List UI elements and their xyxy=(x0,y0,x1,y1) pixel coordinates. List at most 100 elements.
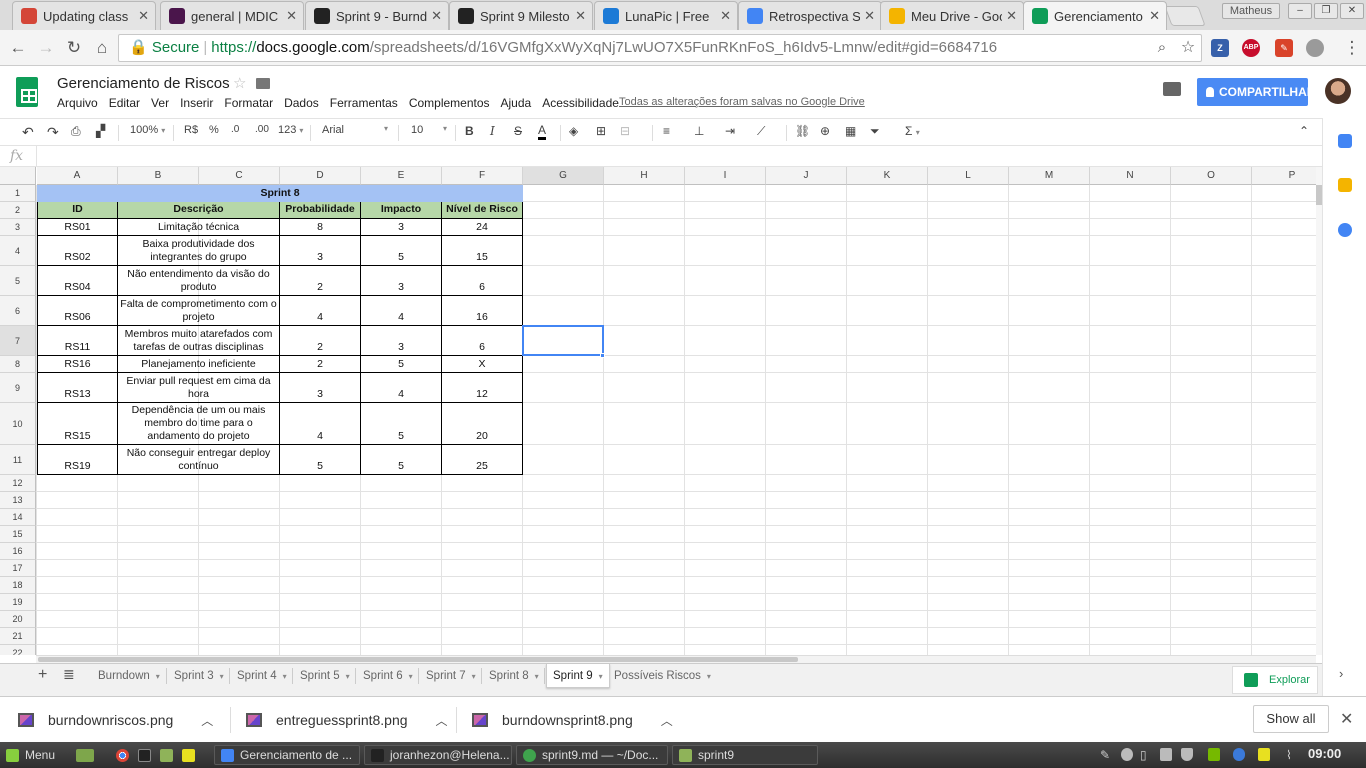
table-cell[interactable]: 16 xyxy=(442,296,523,326)
table-cell[interactable]: RS02 xyxy=(37,236,118,266)
browser-tab[interactable]: Gerenciamento ✕ xyxy=(1023,1,1167,30)
table-cell[interactable]: Enviar pull request em cima da hora xyxy=(118,373,280,403)
select-all-corner[interactable] xyxy=(0,167,36,185)
row-header[interactable]: 10 xyxy=(0,403,36,445)
table-cell[interactable]: 3 xyxy=(280,236,361,266)
battery-icon[interactable] xyxy=(1160,748,1172,761)
table-cell[interactable]: 2 xyxy=(280,326,361,356)
table-cell[interactable]: 25 xyxy=(442,445,523,475)
all-sheets-icon[interactable]: ≣ xyxy=(63,666,75,683)
column-header[interactable]: L xyxy=(928,167,1009,185)
table-cell[interactable]: Membros muito atarefados com tarefas de … xyxy=(118,326,280,356)
taskbar-window-button[interactable]: sprint9 xyxy=(672,745,818,765)
close-tab-icon[interactable]: ✕ xyxy=(431,8,442,24)
sheet-tab-menu-icon[interactable]: ▾ xyxy=(472,672,476,681)
row-header[interactable]: 21 xyxy=(0,628,36,645)
bluetooth-icon[interactable] xyxy=(1233,748,1245,761)
sheet-tab[interactable]: Sprint 8 ▾ xyxy=(483,664,545,688)
sheet-tab-menu-icon[interactable]: ▾ xyxy=(409,672,413,681)
column-header[interactable]: B xyxy=(118,167,199,185)
row-header[interactable]: 4 xyxy=(0,236,36,266)
table-cell[interactable]: Não conseguir entregar deploy contínuo xyxy=(118,445,280,475)
column-header[interactable]: E xyxy=(361,167,442,185)
row-header[interactable]: 18 xyxy=(0,577,36,594)
merge-cells-icon[interactable]: ⊟ xyxy=(620,124,630,138)
table-cell[interactable]: RS13 xyxy=(37,373,118,403)
print-icon[interactable]: ⎙ xyxy=(71,124,81,139)
row-header[interactable]: 7 xyxy=(0,326,36,356)
decrease-decimal-button[interactable]: .0 xyxy=(231,124,239,135)
close-tab-icon[interactable]: ✕ xyxy=(864,8,875,24)
table-header-cell[interactable]: Probabilidade xyxy=(280,202,361,219)
insert-link-icon[interactable]: ⛓ xyxy=(795,124,810,138)
column-header[interactable]: M xyxy=(1009,167,1090,185)
table-cell[interactable]: 6 xyxy=(442,326,523,356)
table-cell[interactable]: 3 xyxy=(361,219,442,236)
network-tools-icon[interactable]: ✎ xyxy=(1100,748,1110,762)
explore-button[interactable]: Explorar xyxy=(1232,666,1318,694)
show-all-downloads-button[interactable]: Show all xyxy=(1253,705,1329,733)
column-header[interactable]: K xyxy=(847,167,928,185)
browser-tab[interactable]: Sprint 9 - Burnd ✕ xyxy=(305,1,449,30)
row-header[interactable]: 6 xyxy=(0,296,36,326)
tasks-icon[interactable] xyxy=(1338,223,1352,237)
show-desktop-icon[interactable] xyxy=(76,745,100,765)
notes-tray-icon[interactable] xyxy=(1258,748,1270,761)
sheet-tab[interactable]: Sprint 4 ▾ xyxy=(231,664,293,688)
taskbar-window-button[interactable]: sprint9.md — ~/Doc... xyxy=(516,745,668,765)
redo-icon[interactable]: ↷ xyxy=(47,124,59,141)
table-header-cell[interactable]: Impacto xyxy=(361,202,442,219)
address-bar[interactable]: 🔒 Secure | https://docs.google.com/spreads… xyxy=(118,34,1202,62)
sheet-tab[interactable]: Sprint 5 ▾ xyxy=(294,664,356,688)
minimize-button[interactable]: – xyxy=(1288,3,1312,19)
text-color-button[interactable]: A xyxy=(538,124,547,140)
row-header[interactable]: 19 xyxy=(0,594,36,611)
table-cell[interactable]: 2 xyxy=(280,356,361,373)
download-item[interactable]: burndownriscos.png ︿ xyxy=(18,697,213,743)
maximize-button[interactable]: ❐ xyxy=(1314,3,1338,19)
paint-format-icon[interactable]: ▞ xyxy=(96,124,105,138)
menu-inserir[interactable]: Inserir xyxy=(180,96,213,110)
home-icon[interactable]: ⌂ xyxy=(90,36,114,60)
table-cell[interactable]: RS04 xyxy=(37,266,118,296)
column-header[interactable]: A xyxy=(37,167,118,185)
adblock-icon[interactable]: ABP xyxy=(1242,39,1260,57)
sheet-tab[interactable]: Sprint 3 ▾ xyxy=(168,664,230,688)
table-cell[interactable]: 4 xyxy=(361,373,442,403)
row-header[interactable]: 15 xyxy=(0,526,36,543)
more-formats-select[interactable]: 123 ▾ xyxy=(278,124,303,136)
menu-formatar[interactable]: Formatar xyxy=(224,96,273,110)
terminal-launcher-icon[interactable] xyxy=(138,745,157,765)
fill-color-icon[interactable]: ◈ xyxy=(569,124,578,138)
table-cell[interactable]: 4 xyxy=(280,403,361,445)
functions-button[interactable]: Σ ▾ xyxy=(905,124,920,138)
menu-complementos[interactable]: Complementos xyxy=(409,96,490,110)
close-tab-icon[interactable]: ✕ xyxy=(1149,8,1160,24)
table-cell[interactable]: 5 xyxy=(361,356,442,373)
profile-name-badge[interactable]: Matheus xyxy=(1222,3,1280,19)
formula-input[interactable] xyxy=(44,149,1314,164)
row-header[interactable]: 14 xyxy=(0,509,36,526)
table-cell[interactable]: 24 xyxy=(442,219,523,236)
fill-handle[interactable] xyxy=(600,353,605,358)
table-cell[interactable]: 5 xyxy=(361,445,442,475)
close-tab-icon[interactable]: ✕ xyxy=(286,8,297,24)
row-header[interactable]: 1 xyxy=(0,185,36,202)
browser-tab[interactable]: LunaPic | Free ✕ xyxy=(594,1,738,30)
menu-dados[interactable]: Dados xyxy=(284,96,319,110)
table-cell[interactable]: 12 xyxy=(442,373,523,403)
close-tab-icon[interactable]: ✕ xyxy=(575,8,586,24)
bold-button[interactable]: B xyxy=(465,124,474,138)
table-cell[interactable]: Limitação técnica xyxy=(118,219,280,236)
clock[interactable]: 09:00 xyxy=(1308,746,1341,761)
currency-format-button[interactable]: R$ xyxy=(184,124,198,136)
table-cell[interactable]: Baixa produtividade dos integrantes do g… xyxy=(118,236,280,266)
filter-icon[interactable]: ⏷ xyxy=(870,124,880,139)
sheet-tab-menu-icon[interactable]: ▾ xyxy=(346,672,350,681)
table-cell[interactable]: X xyxy=(442,356,523,373)
table-cell[interactable]: RS01 xyxy=(37,219,118,236)
menu-ferramentas[interactable]: Ferramentas xyxy=(330,96,398,110)
start-menu-button[interactable]: Menu xyxy=(6,745,55,765)
column-header[interactable]: G xyxy=(523,167,604,185)
menu-arquivo[interactable]: Arquivo xyxy=(57,96,98,110)
